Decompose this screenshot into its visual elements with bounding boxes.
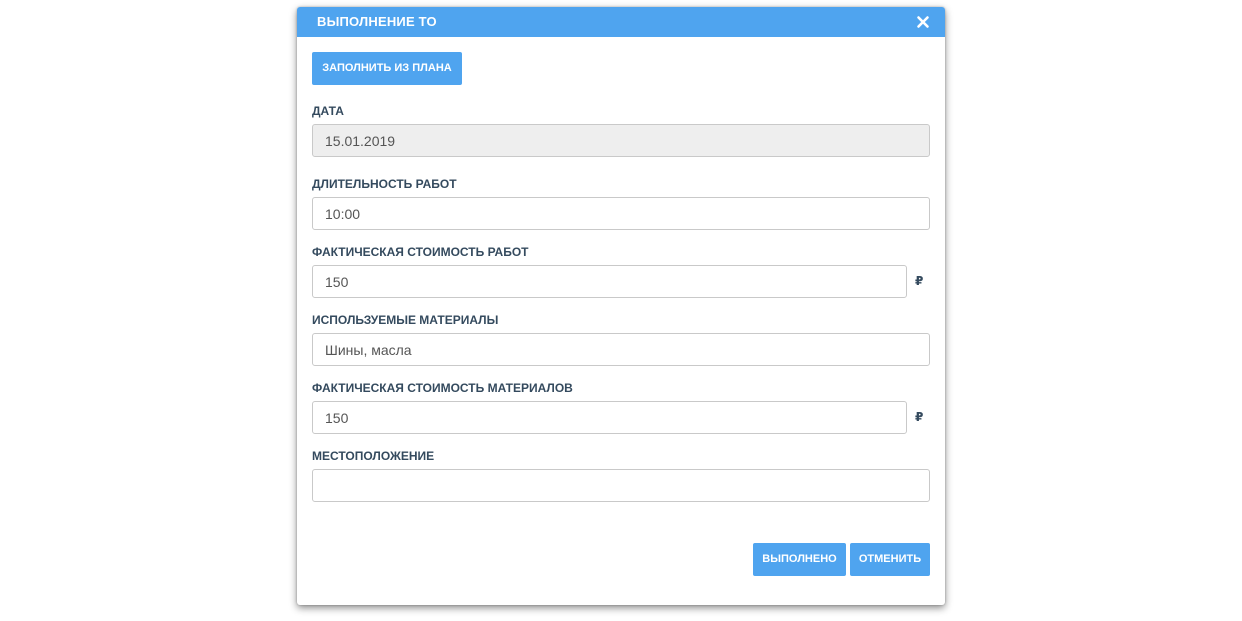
date-label: ДАТА (312, 104, 344, 118)
ruble-currency-label: ₽ (915, 274, 924, 288)
close-icon[interactable] (915, 14, 931, 30)
location-field[interactable] (312, 469, 930, 502)
dialog-header: ВЫПОЛНЕНИЕ ТО (297, 7, 945, 37)
materials-field[interactable] (312, 333, 930, 366)
dialog-title: ВЫПОЛНЕНИЕ ТО (317, 14, 437, 29)
date-field[interactable] (312, 124, 930, 157)
done-button[interactable]: ВЫПОЛНЕНО (753, 543, 846, 576)
materials-cost-label: ФАКТИЧЕСКАЯ СТОИМОСТЬ МАТЕРИАЛОВ (312, 381, 573, 395)
fill-from-plan-button[interactable]: ЗАПОЛНИТЬ ИЗ ПЛАНА (312, 52, 462, 85)
ruble-currency-label: ₽ (915, 410, 924, 424)
duration-label: ДЛИТЕЛЬНОСТЬ РАБОТ (312, 177, 457, 191)
maintenance-completion-dialog: ВЫПОЛНЕНИЕ ТО ЗАПОЛНИТЬ ИЗ ПЛАНА ДАТА ДЛ… (297, 7, 945, 605)
duration-field[interactable] (312, 197, 930, 230)
materials-label: ИСПОЛЬЗУЕМЫЕ МАТЕРИАЛЫ (312, 313, 499, 327)
materials-cost-field[interactable] (312, 401, 907, 434)
work-cost-field[interactable] (312, 265, 907, 298)
location-label: МЕСТОПОЛОЖЕНИЕ (312, 449, 435, 463)
cancel-button[interactable]: ОТМЕНИТЬ (850, 543, 930, 576)
work-cost-label: ФАКТИЧЕСКАЯ СТОИМОСТЬ РАБОТ (312, 245, 529, 259)
